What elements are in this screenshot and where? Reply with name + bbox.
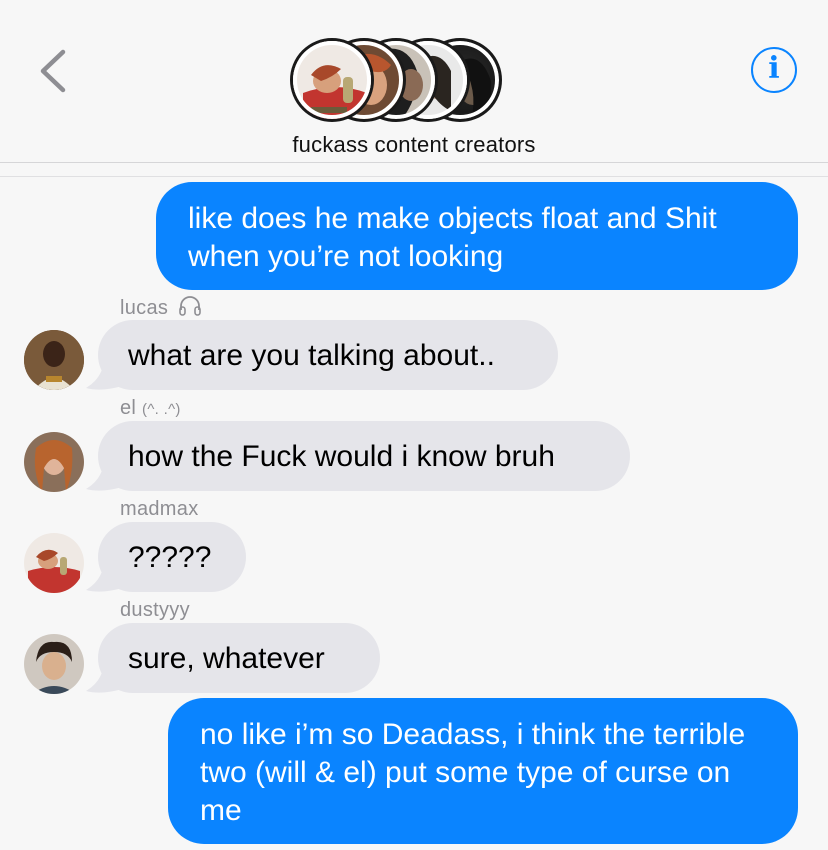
bubble-tail: [86, 352, 122, 390]
sender-name-text: lucas: [120, 297, 169, 319]
bubble-tail: [86, 554, 122, 592]
conversation-header: fuckass content creators i: [0, 0, 828, 163]
headphones-icon: [179, 296, 201, 316]
sender-name: el (^. .^): [120, 397, 181, 420]
conversation-title[interactable]: fuckass content creators: [0, 132, 828, 158]
sender-name-text: el: [120, 397, 137, 419]
message-text: what are you talking about..: [128, 339, 495, 372]
sender-avatar-lucas[interactable]: [24, 330, 84, 390]
sender-avatar-el[interactable]: [24, 432, 84, 492]
incoming-message-bubble[interactable]: how the Fuck would i know bruh: [98, 421, 630, 491]
member-avatar: [290, 38, 374, 122]
sender-name-text: madmax: [120, 498, 199, 520]
outgoing-message-bubble[interactable]: like does he make objects float and Shit…: [156, 182, 798, 290]
info-button[interactable]: i: [751, 47, 797, 93]
message-text: no like i’m so Deadass, i think the terr…: [200, 718, 746, 827]
chevron-left-icon: [40, 49, 66, 93]
sender-name: madmax: [120, 498, 199, 521]
message-text: how the Fuck would i know bruh: [128, 440, 555, 473]
sender-name: lucas: [120, 295, 202, 320]
message-text: like does he make objects float and Shit…: [188, 202, 717, 273]
incoming-message-bubble[interactable]: what are you talking about..: [98, 320, 558, 390]
sender-name-text: dustyyy: [120, 599, 190, 621]
bubble-tail: [86, 655, 122, 693]
message-text: sure, whatever: [128, 642, 325, 675]
info-icon: i: [768, 51, 780, 86]
divider: [0, 176, 828, 177]
group-avatar-stack[interactable]: [290, 38, 530, 122]
sender-avatar-madmax[interactable]: [24, 533, 84, 593]
incoming-message-bubble[interactable]: sure, whatever: [98, 623, 380, 693]
sender-avatar-dustyyy[interactable]: [24, 634, 84, 694]
sender-name-suffix: (^. .^): [142, 401, 181, 418]
back-button[interactable]: [30, 44, 80, 94]
message-text: ?????: [128, 541, 212, 574]
outgoing-message-bubble[interactable]: no like i’m so Deadass, i think the terr…: [168, 698, 798, 844]
bubble-tail: [86, 453, 122, 491]
sender-name: dustyyy: [120, 599, 190, 622]
